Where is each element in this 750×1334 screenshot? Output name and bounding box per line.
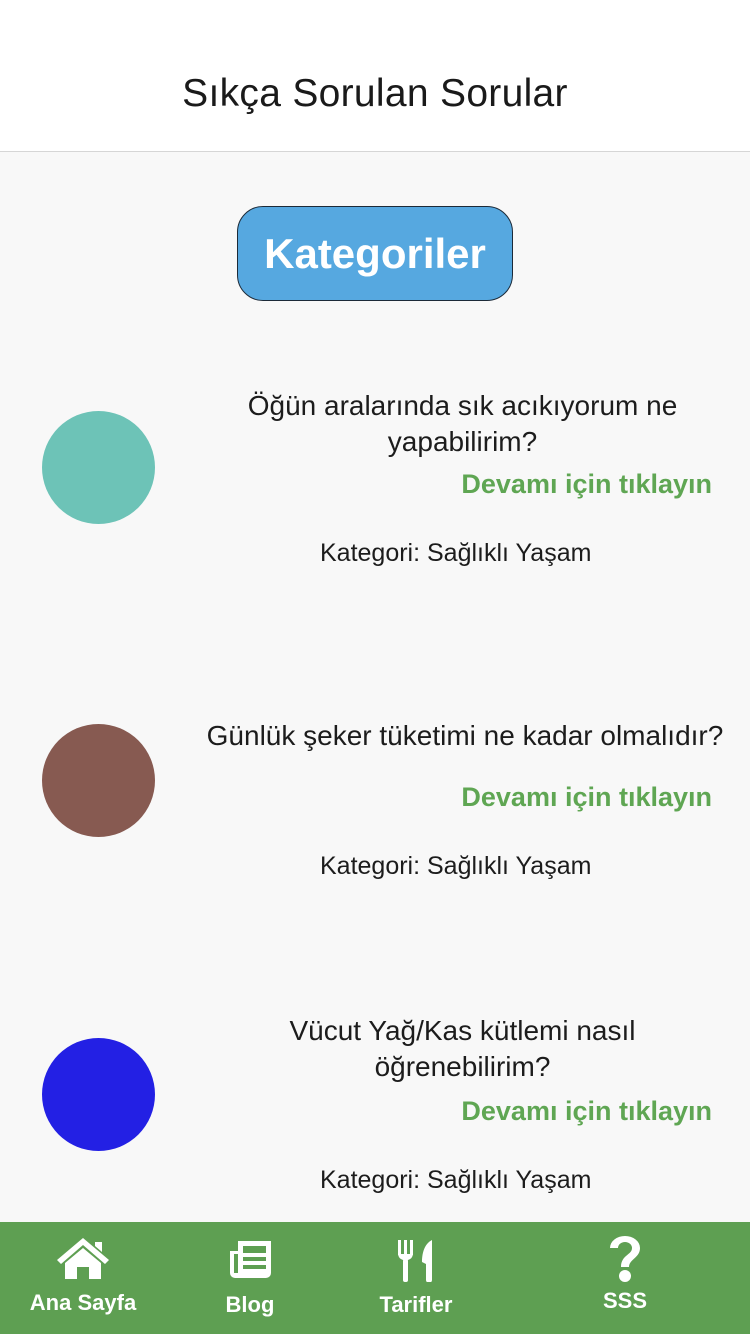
home-icon [57,1238,109,1279]
newspaper-icon [230,1241,271,1278]
faq-item: Öğün aralarında sık acıkıyorum ne yapabi… [0,380,750,640]
faq-avatar [42,411,155,524]
faq-category: Kategori: Sağlıklı Yaşam [320,852,592,880]
faq-question-line: Öğün aralarında sık acıkıyorum ne [247,390,678,421]
categories-button[interactable]: Kategoriler [237,206,513,301]
faq-question[interactable]: Öğün aralarında sık acıkıyorum ne yapabi… [200,388,725,460]
app-header: Sıkça Sorulan Sorular [0,0,750,152]
page-title: Sıkça Sorulan Sorular [182,72,568,115]
faq-avatar [42,724,155,837]
nav-item-home[interactable]: Ana Sayfa [10,1222,156,1334]
read-more-link[interactable]: Devamı için tıklayın [461,1096,712,1127]
nav-item-blog[interactable]: Blog [190,1222,310,1334]
read-more-link[interactable]: Devamı için tıklayın [461,782,712,813]
nav-label: Tarifler [379,1292,453,1317]
read-more-link[interactable]: Devamı için tıklayın [461,469,712,500]
faq-category: Kategori: Sağlıklı Yaşam [320,539,592,567]
bottom-nav: Ana Sayfa Blog Tarifler SSS [0,1222,750,1334]
faq-question-line: Günlük şeker tüketimi ne kadar olmalıdır… [206,720,724,751]
nav-label: Ana Sayfa [29,1290,137,1315]
faq-question[interactable]: Vücut Yağ/Kas kütlemi nasıl öğrenebiliri… [200,1013,725,1085]
nav-item-faq[interactable]: SSS [565,1222,685,1334]
faq-category: Kategori: Sağlıklı Yaşam [320,1166,592,1194]
faq-avatar [42,1038,155,1151]
question-icon [610,1236,640,1282]
faq-item: Günlük şeker tüketimi ne kadar olmalıdır… [0,693,750,953]
faq-question[interactable]: Günlük şeker tüketimi ne kadar olmalıdır… [188,718,742,754]
nav-label: Blog [225,1292,275,1317]
faq-question-line: yapabilirim? [387,426,538,457]
nav-item-recipes[interactable]: Tarifler [356,1222,476,1334]
utensils-icon [398,1240,432,1282]
faq-question-line: Vücut Yağ/Kas kütlemi nasıl [289,1015,636,1046]
nav-label: SSS [602,1288,648,1313]
faq-question-line: öğrenebilirim? [374,1051,551,1082]
